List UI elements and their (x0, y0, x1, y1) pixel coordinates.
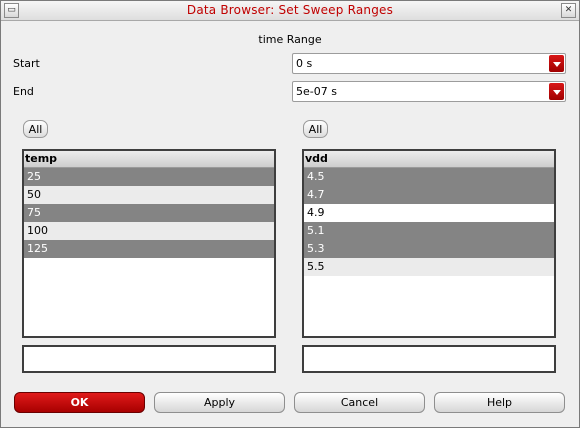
list-item[interactable]: 25 (24, 168, 274, 186)
temp-filter-input[interactable] (22, 345, 276, 373)
start-label: Start (13, 57, 40, 70)
chevron-down-icon[interactable] (549, 83, 564, 100)
vdd-filter-input[interactable] (302, 345, 556, 373)
list-item[interactable]: 50 (24, 186, 274, 204)
temp-column-header[interactable]: temp (24, 151, 274, 168)
start-combo[interactable]: 0 s (292, 53, 566, 74)
list-item[interactable]: 5.5 (304, 258, 554, 276)
vdd-list[interactable]: vdd 4.5 4.7 4.9 5.1 5.3 5.5 (302, 149, 556, 338)
end-combo[interactable]: 5e-07 s (292, 81, 566, 102)
close-icon[interactable]: ✕ (561, 3, 576, 18)
list-item[interactable]: 125 (24, 240, 274, 258)
cancel-button[interactable]: Cancel (294, 392, 425, 413)
list-item[interactable]: 4.7 (304, 186, 554, 204)
end-label: End (13, 85, 34, 98)
vdd-column-header[interactable]: vdd (304, 151, 554, 168)
list-item[interactable]: 75 (24, 204, 274, 222)
apply-button[interactable]: Apply (154, 392, 285, 413)
list-item[interactable]: 5.1 (304, 222, 554, 240)
start-value: 0 s (296, 57, 313, 70)
chevron-down-icon[interactable] (549, 55, 564, 72)
right-all-button[interactable]: All (303, 120, 328, 138)
dialog-window: ▭ Data Browser: Set Sweep Ranges ✕ time … (0, 0, 580, 428)
left-all-button[interactable]: All (23, 120, 48, 138)
temp-list[interactable]: temp 25 50 75 100 125 (22, 149, 276, 338)
list-item[interactable]: 100 (24, 222, 274, 240)
ok-button[interactable]: OK (14, 392, 145, 413)
end-value: 5e-07 s (296, 85, 337, 98)
list-item[interactable]: 4.5 (304, 168, 554, 186)
help-button[interactable]: Help (434, 392, 565, 413)
range-title: time Range (258, 33, 322, 46)
list-item[interactable]: 4.9 (304, 204, 554, 222)
title-bar[interactable]: ▭ Data Browser: Set Sweep Ranges ✕ (1, 1, 579, 21)
window-title: Data Browser: Set Sweep Ranges (186, 3, 394, 17)
list-item[interactable]: 5.3 (304, 240, 554, 258)
